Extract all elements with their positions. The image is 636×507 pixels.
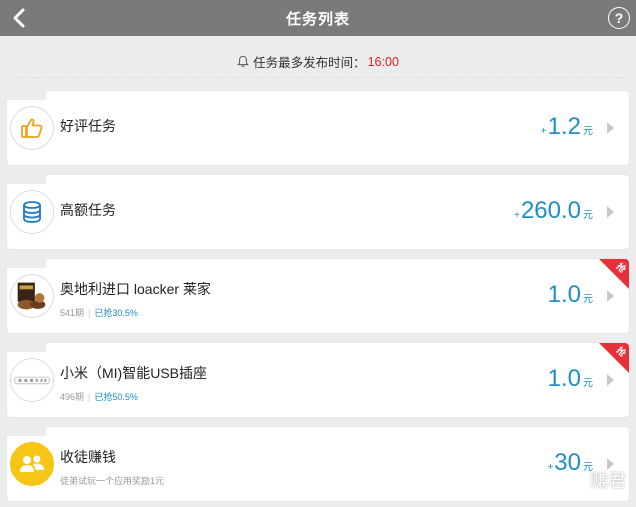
- notice-label: 任务最多发布时间：: [253, 56, 366, 70]
- power-strip-product-image: [14, 376, 50, 385]
- thumbs-up-icon: [21, 118, 43, 138]
- task-card-loacker[interactable]: 奥地利进口 loacker 莱家 541期 | 已抢30.5% 1.0 元 抢: [6, 258, 629, 333]
- task-title: 高额任务: [60, 202, 116, 218]
- people-icon: [20, 455, 44, 472]
- coin-stack-icon: [23, 201, 41, 223]
- task-card-recruit[interactable]: 收徒赚钱 徒弟试玩一个应用奖励1元 + 30 元: [6, 426, 629, 501]
- chevron-right-icon: [607, 290, 614, 302]
- back-button[interactable]: [8, 4, 32, 32]
- task-grabbed: 已抢30.5%: [94, 308, 138, 318]
- wechat-icon: [566, 471, 586, 488]
- task-title: 奥地利进口 loacker 莱家: [60, 281, 211, 297]
- task-reward: + 260.0 元: [514, 197, 593, 225]
- chevron-right-icon: [607, 206, 614, 218]
- chevron-right-icon: [607, 122, 614, 134]
- task-icon: [10, 442, 54, 486]
- chevron-right-icon: [607, 374, 614, 386]
- task-icon: [10, 190, 54, 234]
- task-reward: + 1.2 元: [541, 113, 593, 141]
- task-card-good-review[interactable]: 好评任务 + 1.2 元: [6, 90, 629, 165]
- task-card-high-value[interactable]: 高额任务 + 260.0 元: [6, 174, 629, 249]
- page-title: 任务列表: [285, 10, 350, 28]
- reward-amount: 1.2: [547, 113, 581, 140]
- reward-prefix: +: [540, 126, 547, 137]
- task-periods: 496期: [60, 392, 85, 402]
- reward-prefix: +: [547, 462, 554, 473]
- product-thumbnail: [10, 274, 54, 318]
- reward-unit: 元: [583, 126, 593, 137]
- reward-unit: 元: [583, 294, 593, 305]
- watermark-text: 赚君: [590, 471, 626, 491]
- reward-amount: 260.0: [520, 197, 581, 224]
- task-icon: [10, 106, 54, 150]
- task-title: 收徒赚钱: [60, 449, 116, 465]
- task-subtitle: 徒弟试玩一个应用奖励1元: [60, 476, 165, 486]
- reward-unit: 元: [583, 378, 593, 389]
- reward-amount: 1.0: [547, 281, 581, 308]
- task-card-xiaomi-socket[interactable]: 小米（MI)智能USB插座 496期 | 已抢50.5% 1.0 元 抢: [6, 342, 629, 417]
- navbar: 任务列表 ?: [0, 0, 636, 36]
- task-grabbed: 已抢50.5%: [94, 392, 138, 402]
- task-title: 好评任务: [60, 118, 116, 134]
- task-reward: 1.0 元: [548, 365, 593, 393]
- grab-ribbon: 抢: [599, 343, 629, 373]
- product-thumbnail: [10, 358, 54, 402]
- task-meta: 541期 | 已抢30.5%: [60, 308, 138, 318]
- help-button[interactable]: ?: [608, 7, 630, 29]
- task-title: 小米（MI)智能USB插座: [60, 365, 207, 381]
- reward-unit: 元: [583, 210, 593, 221]
- publish-time-notice: 任务最多发布时间： 16:00: [12, 46, 624, 78]
- wafer-product-image: [17, 282, 46, 310]
- reward-prefix: +: [514, 210, 520, 221]
- notice-time: 16:00: [367, 54, 399, 69]
- chevron-left-icon: [13, 8, 25, 28]
- reward-amount: 1.0: [547, 365, 581, 392]
- grab-ribbon: 抢: [599, 259, 629, 289]
- watermark: 赚君: [566, 467, 626, 493]
- task-reward: 1.0 元: [548, 281, 593, 309]
- task-periods: 541期: [60, 308, 85, 318]
- task-meta: 496期 | 已抢50.5%: [60, 392, 138, 402]
- bell-icon: [237, 55, 249, 67]
